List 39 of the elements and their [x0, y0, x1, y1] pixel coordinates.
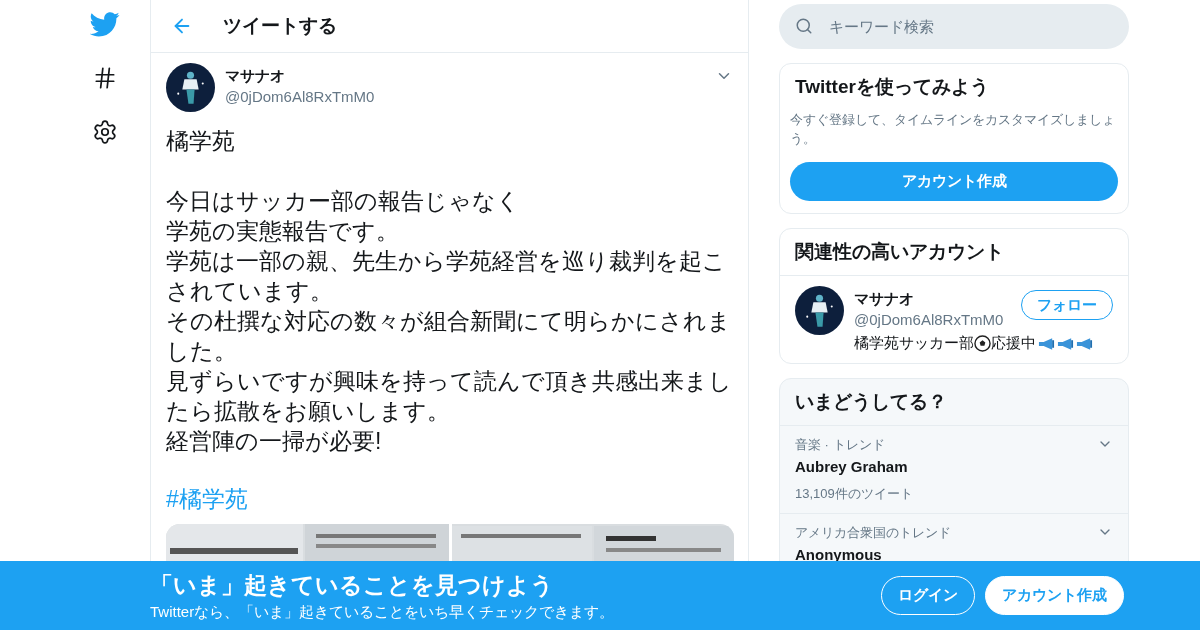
tweet-text: 経営陣の一掃が必要!	[166, 427, 383, 456]
user-handle: @0jDom6Al8RxTmM0	[225, 88, 376, 105]
soccer-ball-icon	[974, 335, 991, 352]
trend-name[interactable]: Aubrey Graham	[795, 458, 913, 475]
bird-logo-icon[interactable]	[90, 12, 120, 37]
megaphone-icon	[1057, 336, 1074, 351]
card-title: Twitterを使ってみよう	[794, 75, 990, 99]
avatar[interactable]	[166, 63, 215, 112]
avatar[interactable]	[795, 286, 844, 335]
card-title: いまどうしてる？	[794, 390, 948, 414]
tweet-count: 13,109件のツイート	[795, 485, 913, 503]
trend-name[interactable]: Anonymous	[795, 546, 951, 563]
user-name: マサナオ	[225, 67, 286, 86]
tweet-text: 橘学苑	[166, 127, 236, 156]
user-bio: 橘学苑サッカー部	[854, 334, 974, 353]
card-text: 今すぐ登録して、タイムラインをカスタマイズしましょう。	[790, 111, 1116, 148]
card-title: 関連性の高いアカウント	[780, 229, 1128, 276]
follow-button[interactable]: フォロー	[1021, 290, 1113, 320]
user-handle: @0jDom6Al8RxTmM0	[854, 311, 1005, 328]
megaphone-icon	[1076, 336, 1093, 351]
settings-icon[interactable]	[92, 119, 118, 145]
tweet-text: その杜撰な対応の数々が組合新聞にて明らかにされました。	[166, 307, 732, 366]
user-bio: 応援中	[991, 334, 1036, 353]
banner-text: Twitterなら、「いま」起きていることをいち早くチェックできます。	[150, 602, 615, 622]
sign-up-button[interactable]: アカウント作成	[790, 162, 1118, 201]
banner-title: 「いま」起きていることを見つけよう	[150, 570, 555, 600]
search-field[interactable]: キーワード検索	[779, 4, 1129, 49]
megaphone-icon	[1038, 336, 1055, 351]
tweet-text: 見ずらいですが興味を持って読んで頂き共感出来ましたら拡散をお願いします。	[166, 367, 733, 426]
tweet-text: 学苑の実態報告です。	[166, 217, 400, 246]
tweet-text: 今日はサッカー部の報告じゃなく	[166, 187, 521, 216]
trend-context: アメリカ合衆国のトレンド	[795, 524, 951, 542]
search-icon	[795, 17, 813, 35]
user-name: マサナオ	[854, 290, 915, 309]
sign-up-button[interactable]: アカウント作成	[985, 576, 1124, 615]
tweet-text: 学苑は一部の親、先生から学苑経営を巡り裁判を起こされています。	[166, 247, 727, 306]
trend-context: 音楽 · トレンド	[795, 436, 886, 454]
page-title: ツイートする	[223, 14, 337, 38]
hashtag-link[interactable]: #橘学苑	[166, 484, 248, 514]
